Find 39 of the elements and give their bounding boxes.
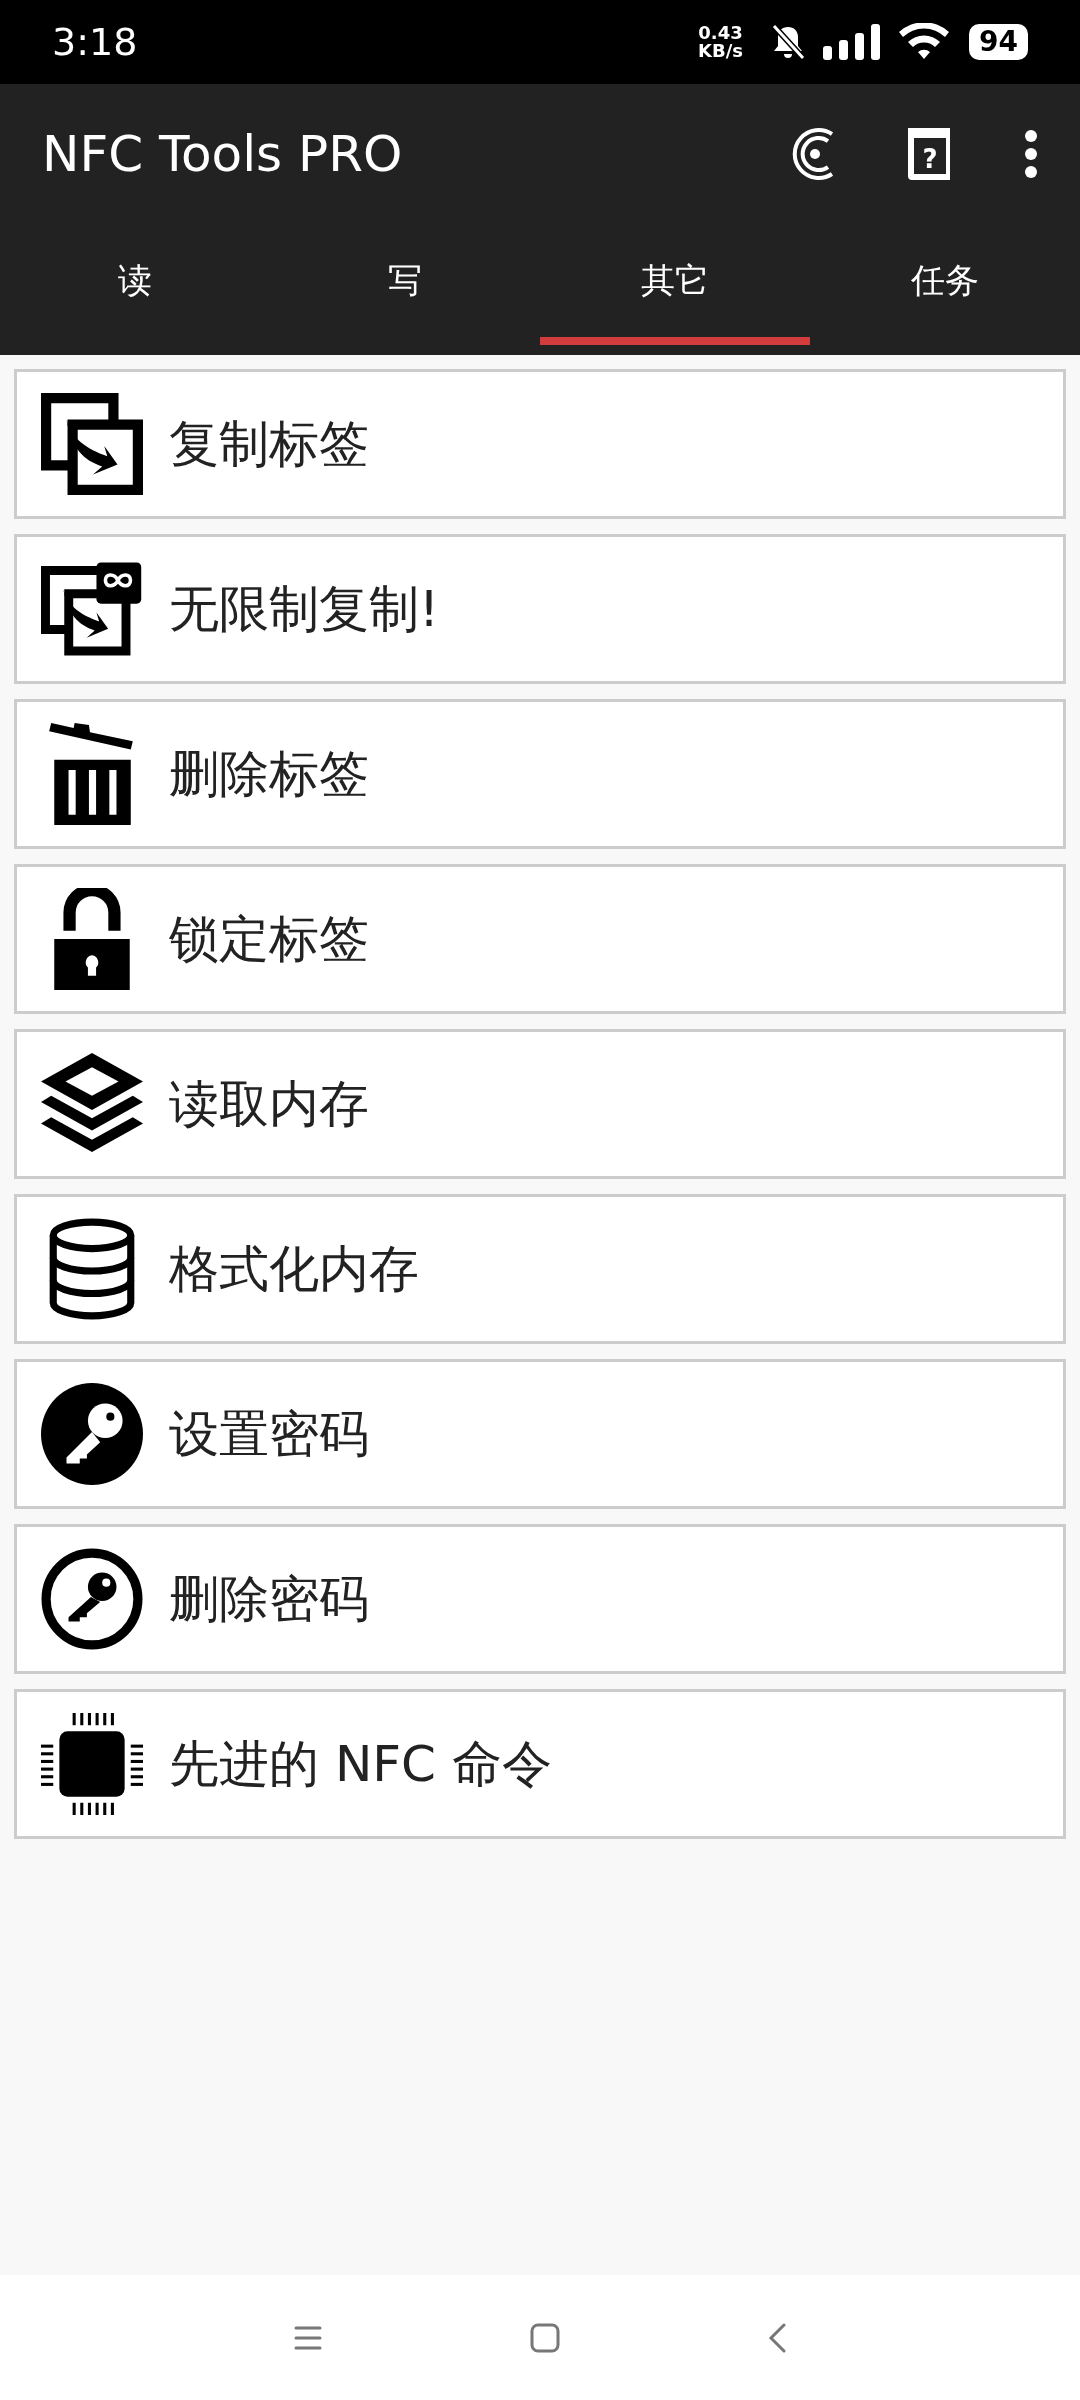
menu-item[interactable]: 删除标签	[14, 699, 1066, 849]
menu-item[interactable]: 锁定标签	[14, 864, 1066, 1014]
wifi-icon	[899, 23, 950, 61]
tab[interactable]: 任务	[810, 224, 1080, 345]
item-label: 先进的 NFC 命令	[169, 1733, 552, 1795]
menu-item[interactable]: 读取内存	[14, 1029, 1066, 1179]
item-label: 无限制复制!	[169, 578, 440, 640]
item-label: 读取内存	[169, 1073, 369, 1135]
key-icon	[41, 1383, 143, 1485]
copy-icon	[41, 393, 143, 495]
network-speed: 0.43	[698, 24, 743, 42]
menu-item[interactable]: 无限制复制!	[14, 534, 1066, 684]
layers-icon	[41, 1053, 143, 1155]
menu-icon[interactable]	[294, 2324, 322, 2351]
network-speed-unit: KB/s	[698, 42, 744, 60]
item-label: 删除密码	[169, 1568, 369, 1630]
menu-item[interactable]: 设置密码	[14, 1359, 1066, 1509]
item-label: 设置密码	[169, 1403, 369, 1465]
menu-item[interactable]: 复制标签	[14, 369, 1066, 519]
tab[interactable]: 其它	[540, 224, 810, 345]
battery-level: 94	[969, 24, 1028, 60]
key-icon	[41, 1548, 143, 1650]
item-label: 复制标签	[169, 413, 369, 475]
chip-icon	[41, 1713, 143, 1815]
menu-item[interactable]: 先进的 NFC 命令	[14, 1689, 1066, 1839]
more-menu-icon[interactable]	[1024, 130, 1038, 178]
menu-item[interactable]: 删除密码	[14, 1524, 1066, 1674]
item-label: 格式化内存	[169, 1238, 419, 1300]
tab[interactable]: 写	[270, 224, 540, 345]
tab[interactable]: 读	[0, 224, 270, 345]
item-label: 锁定标签	[169, 908, 369, 970]
back-icon[interactable]	[768, 2322, 786, 2353]
clock-time: 3:18	[52, 20, 138, 64]
app-title: NFC Tools PRO	[42, 125, 404, 183]
signal-icon	[823, 24, 882, 60]
item-label: 删除标签	[169, 743, 369, 805]
home-icon[interactable]	[530, 2322, 560, 2353]
muted-bell-icon	[771, 24, 806, 60]
menu-item[interactable]: 格式化内存	[14, 1194, 1066, 1344]
